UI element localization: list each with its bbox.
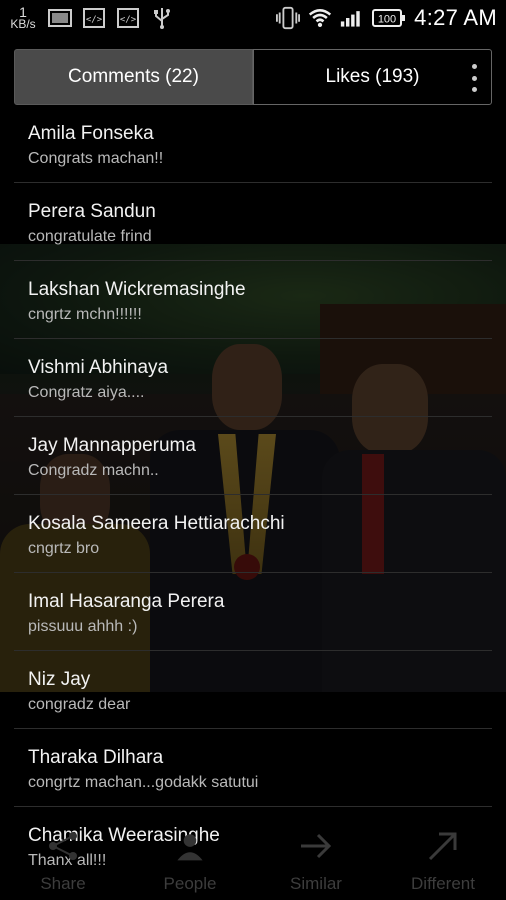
list-item[interactable]: Amila Fonseka Congrats machan!!: [14, 105, 492, 183]
code-icon: </>: [82, 8, 106, 28]
comment-list[interactable]: Amila Fonseka Congrats machan!! Perera S…: [14, 105, 492, 885]
usb-icon: [150, 8, 174, 29]
list-item[interactable]: Jay Mannapperuma Congradz machn..: [14, 417, 492, 495]
svg-text:</>: </>: [120, 15, 137, 25]
comment-text: congratulate frind: [28, 228, 152, 245]
comment-text: cngrtz bro: [28, 540, 100, 557]
different-label: Different: [411, 874, 475, 893]
tab-comments[interactable]: Comments (22): [14, 49, 253, 105]
share-icon: [45, 828, 81, 864]
people-icon: [172, 828, 208, 864]
tab-bar: Comments (22) Likes (193): [14, 49, 492, 105]
similar-button[interactable]: Similar: [253, 812, 379, 900]
commenter-name: Tharaka Dilhara: [28, 747, 164, 768]
comment-text: congradz dear: [28, 696, 131, 713]
commenter-name: Imal Hasaranga Perera: [28, 591, 225, 612]
list-item[interactable]: Tharaka Dilhara congrtz machan...godakk …: [14, 729, 492, 807]
different-button[interactable]: Different: [380, 812, 506, 900]
similar-label: Similar: [290, 874, 342, 893]
commenter-name: Jay Mannapperuma: [28, 435, 196, 456]
comment-text: cngrtz mchn!!!!!!: [28, 306, 142, 323]
commenter-name: Kosala Sameera Hettiarachchi: [28, 513, 285, 534]
network-speed-unit: KB/s: [10, 17, 36, 31]
people-button[interactable]: People: [127, 812, 253, 900]
arrow-right-icon: [298, 828, 334, 864]
list-item[interactable]: Lakshan Wickremasinghe cngrtz mchn!!!!!!: [14, 261, 492, 339]
comment-text: pissuuu ahhh :): [28, 618, 138, 635]
comment-text: Congrats machan!!: [28, 150, 164, 167]
list-item[interactable]: Kosala Sameera Hettiarachchi cngrtz bro: [14, 495, 492, 573]
svg-text:</>: </>: [86, 15, 103, 25]
clock: 4:27 AM: [414, 5, 497, 30]
comment-text: congrtz machan...godakk satutui: [28, 774, 259, 791]
wifi-icon: [308, 8, 332, 28]
tab-comments-label: Comments (22): [68, 66, 199, 87]
photo-icon: [48, 8, 72, 28]
overflow-menu-icon[interactable]: [471, 64, 477, 92]
tab-likes-label: Likes (193): [325, 66, 420, 87]
bottom-action-bar: Share People Similar Different: [0, 812, 506, 900]
battery-icon: 100: [372, 8, 406, 28]
list-item[interactable]: Imal Hasaranga Perera pissuuu ahhh :): [14, 573, 492, 651]
arrow-up-right-icon: [425, 828, 461, 864]
signal-icon: [340, 8, 364, 28]
list-item[interactable]: Perera Sandun congratulate frind: [14, 183, 492, 261]
commenter-name: Vishmi Abhinaya: [28, 357, 169, 378]
battery-level: 100: [378, 14, 396, 26]
people-label: People: [163, 874, 217, 893]
network-speed: 1 KB/s: [8, 5, 38, 31]
share-button[interactable]: Share: [0, 812, 126, 900]
code-icon: </>: [116, 8, 140, 28]
commenter-name: Amila Fonseka: [28, 123, 154, 144]
commenter-name: Lakshan Wickremasinghe: [28, 279, 246, 300]
list-item[interactable]: Vishmi Abhinaya Congratz aiya....: [14, 339, 492, 417]
comment-text: Congradz machn..: [28, 462, 159, 479]
status-bar: 1 KB/s </> </> 100 4:27 AM: [0, 0, 506, 36]
commenter-name: Perera Sandun: [28, 201, 156, 222]
share-label: Share: [40, 874, 86, 893]
list-item[interactable]: Niz Jay congradz dear: [14, 651, 492, 729]
tab-likes[interactable]: Likes (193): [253, 49, 492, 105]
comment-text: Congratz aiya....: [28, 384, 145, 401]
vibrate-icon: [276, 6, 301, 30]
commenter-name: Niz Jay: [28, 669, 91, 690]
